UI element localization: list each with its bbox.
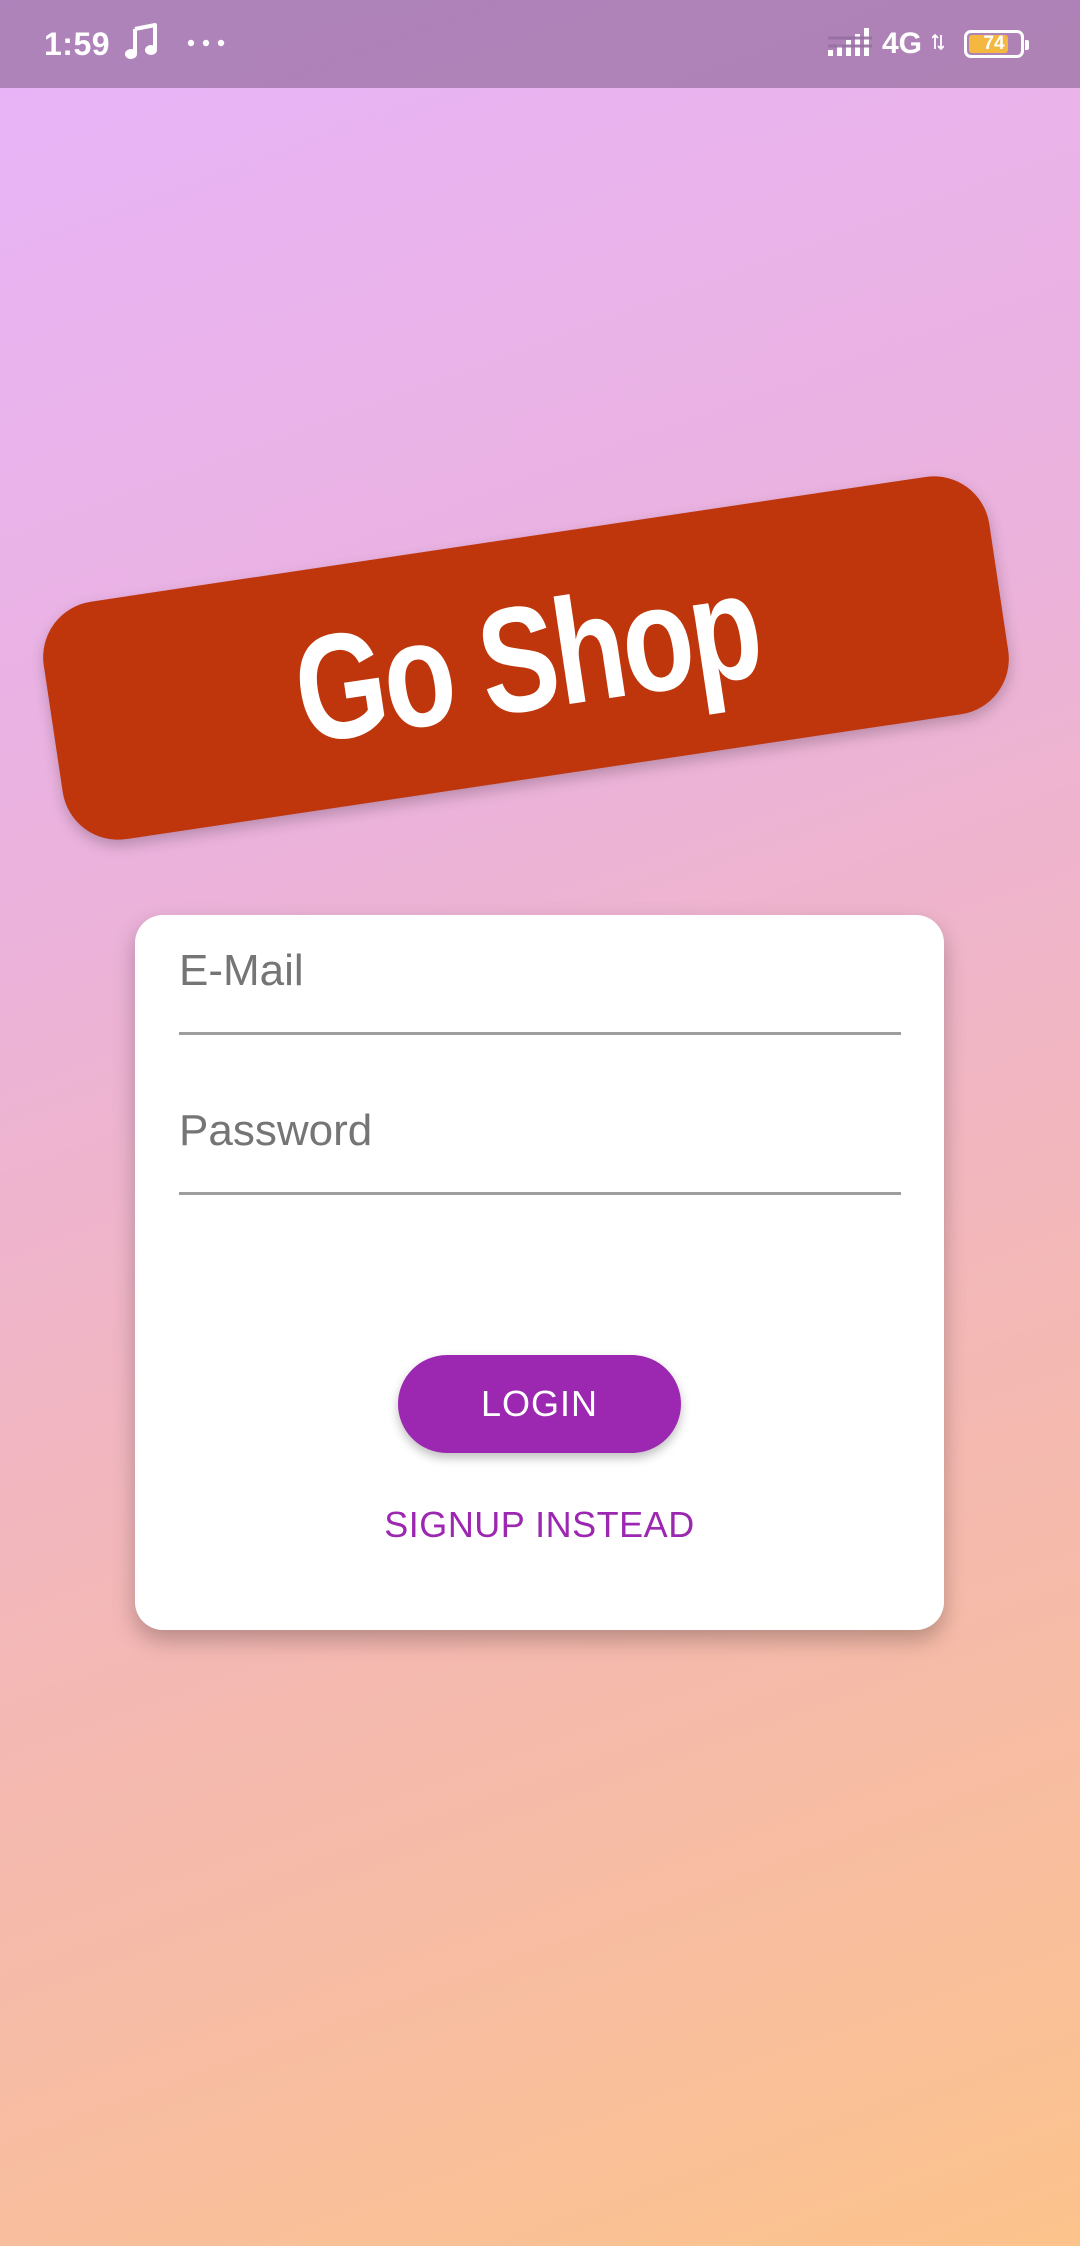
status-right: 4G 74 (827, 0, 1029, 88)
network-type: 4G (881, 27, 922, 60)
signup-instead-button[interactable]: SIGNUP INSTEAD (339, 1485, 740, 1565)
password-field[interactable] (179, 1106, 901, 1156)
battery-icon: 74 (964, 30, 1029, 58)
app-title: Go Shop (283, 540, 769, 775)
status-bar: 1:59 4G 74 (0, 0, 1080, 88)
login-card: LOGIN SIGNUP INSTEAD (135, 915, 944, 1630)
battery-level: 74 (983, 33, 1005, 54)
email-field-container (179, 915, 901, 1035)
email-field[interactable] (179, 946, 901, 996)
more-dots-icon (186, 35, 226, 53)
battery-nub (1025, 40, 1029, 50)
password-field-container (179, 1075, 901, 1195)
music-note-icon (124, 22, 158, 66)
login-button[interactable]: LOGIN (398, 1355, 681, 1453)
status-left: 1:59 (44, 0, 226, 88)
signal-bars-icon (827, 26, 872, 63)
app-logo-banner: Go Shop (35, 468, 1017, 848)
status-time: 1:59 (44, 25, 111, 62)
data-arrows-icon (931, 33, 945, 56)
